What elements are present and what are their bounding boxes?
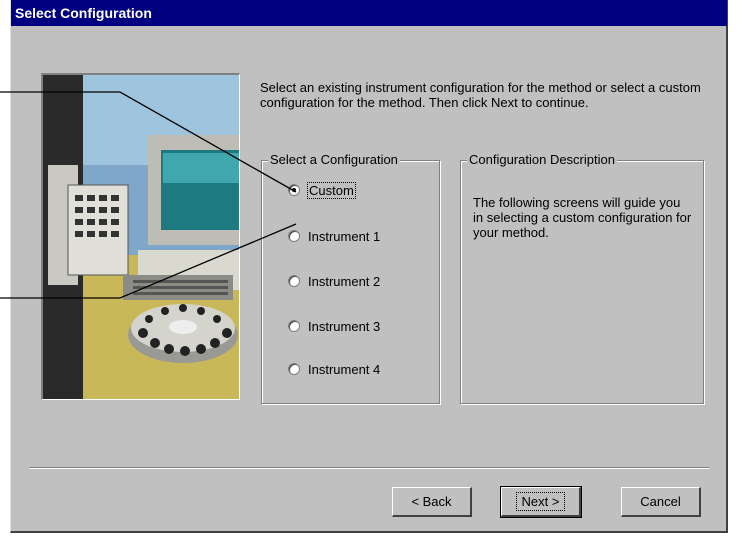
radio-instrument-3[interactable]: Instrument 3 (288, 317, 380, 335)
radio-label: Instrument 1 (308, 228, 381, 244)
radio-button[interactable] (288, 320, 300, 332)
radio-button[interactable] (288, 363, 300, 375)
select-configuration-dialog: Select Configuration Select an existing … (10, 0, 728, 533)
next-button[interactable]: Next > (500, 486, 582, 518)
cancel-button[interactable]: Cancel (621, 487, 701, 517)
configuration-group-label: Select a Configuration (268, 152, 400, 168)
description-group-label: Configuration Description (467, 152, 617, 168)
window-title: Select Configuration (11, 0, 727, 26)
intro-text: Select an existing instrument configurat… (260, 80, 701, 110)
radio-instrument-2[interactable]: Instrument 2 (288, 272, 380, 290)
radio-label: Custom (307, 181, 356, 199)
instrument-photo (41, 73, 240, 400)
next-button-label: Next > (515, 492, 566, 511)
radio-instrument-4[interactable]: Instrument 4 (288, 360, 380, 378)
configuration-group: Select a Configuration Custom Instrument… (261, 152, 440, 404)
back-button-label: < Back (411, 494, 452, 509)
radio-button[interactable] (288, 230, 300, 242)
separator (29, 467, 709, 469)
configuration-description-text: The following screens will guide you in … (473, 195, 692, 240)
back-button[interactable]: < Back (392, 487, 472, 517)
description-group: Configuration Description The following … (460, 152, 704, 404)
cancel-button-label: Cancel (640, 494, 681, 509)
radio-button[interactable] (288, 275, 300, 287)
radio-label: Instrument 2 (308, 273, 381, 289)
radio-label: Instrument 3 (308, 318, 381, 334)
radio-button[interactable] (288, 184, 300, 196)
radio-custom[interactable]: Custom (288, 181, 356, 199)
radio-instrument-1[interactable]: Instrument 1 (288, 227, 380, 245)
radio-label: Instrument 4 (308, 361, 381, 377)
